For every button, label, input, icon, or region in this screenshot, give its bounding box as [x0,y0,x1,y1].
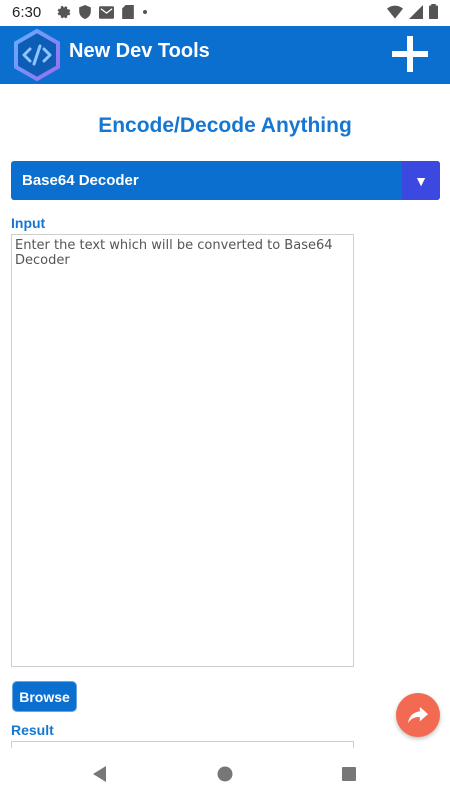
status-time: 6:30 [12,4,42,21]
browse-button[interactable]: Browse [12,681,77,712]
navigation-bar [0,748,450,800]
status-right-icons [387,4,438,19]
shield-icon [79,5,91,19]
plus-icon[interactable] [390,34,430,74]
code-hexagon-icon [14,29,60,81]
status-bar: 6:30 [0,0,450,26]
share-button[interactable] [396,693,440,737]
wifi-icon [387,5,403,19]
share-arrow-icon [408,706,428,724]
dropdown-selected-value: Base64 Decoder [22,172,139,189]
page-heading: Encode/Decode Anything [98,114,352,137]
status-left-icons [57,5,148,19]
signal-icon [409,4,423,19]
input-textarea[interactable] [11,234,354,667]
converter-dropdown[interactable]: Base64 Decoder ▼ [11,161,440,200]
home-icon[interactable] [213,762,237,786]
sd-card-icon [122,5,134,19]
mail-icon [99,5,114,19]
back-icon[interactable] [88,762,112,786]
app-title: New Dev Tools [69,40,210,62]
recents-icon[interactable] [337,762,361,786]
input-label: Input [11,215,46,231]
app-bar: New Dev Tools [0,26,450,84]
battery-icon [429,4,438,19]
result-label: Result [11,722,54,738]
settings-icon [57,5,71,19]
dot-icon [143,10,147,14]
triangle-down-icon[interactable]: ▼ [402,161,440,200]
